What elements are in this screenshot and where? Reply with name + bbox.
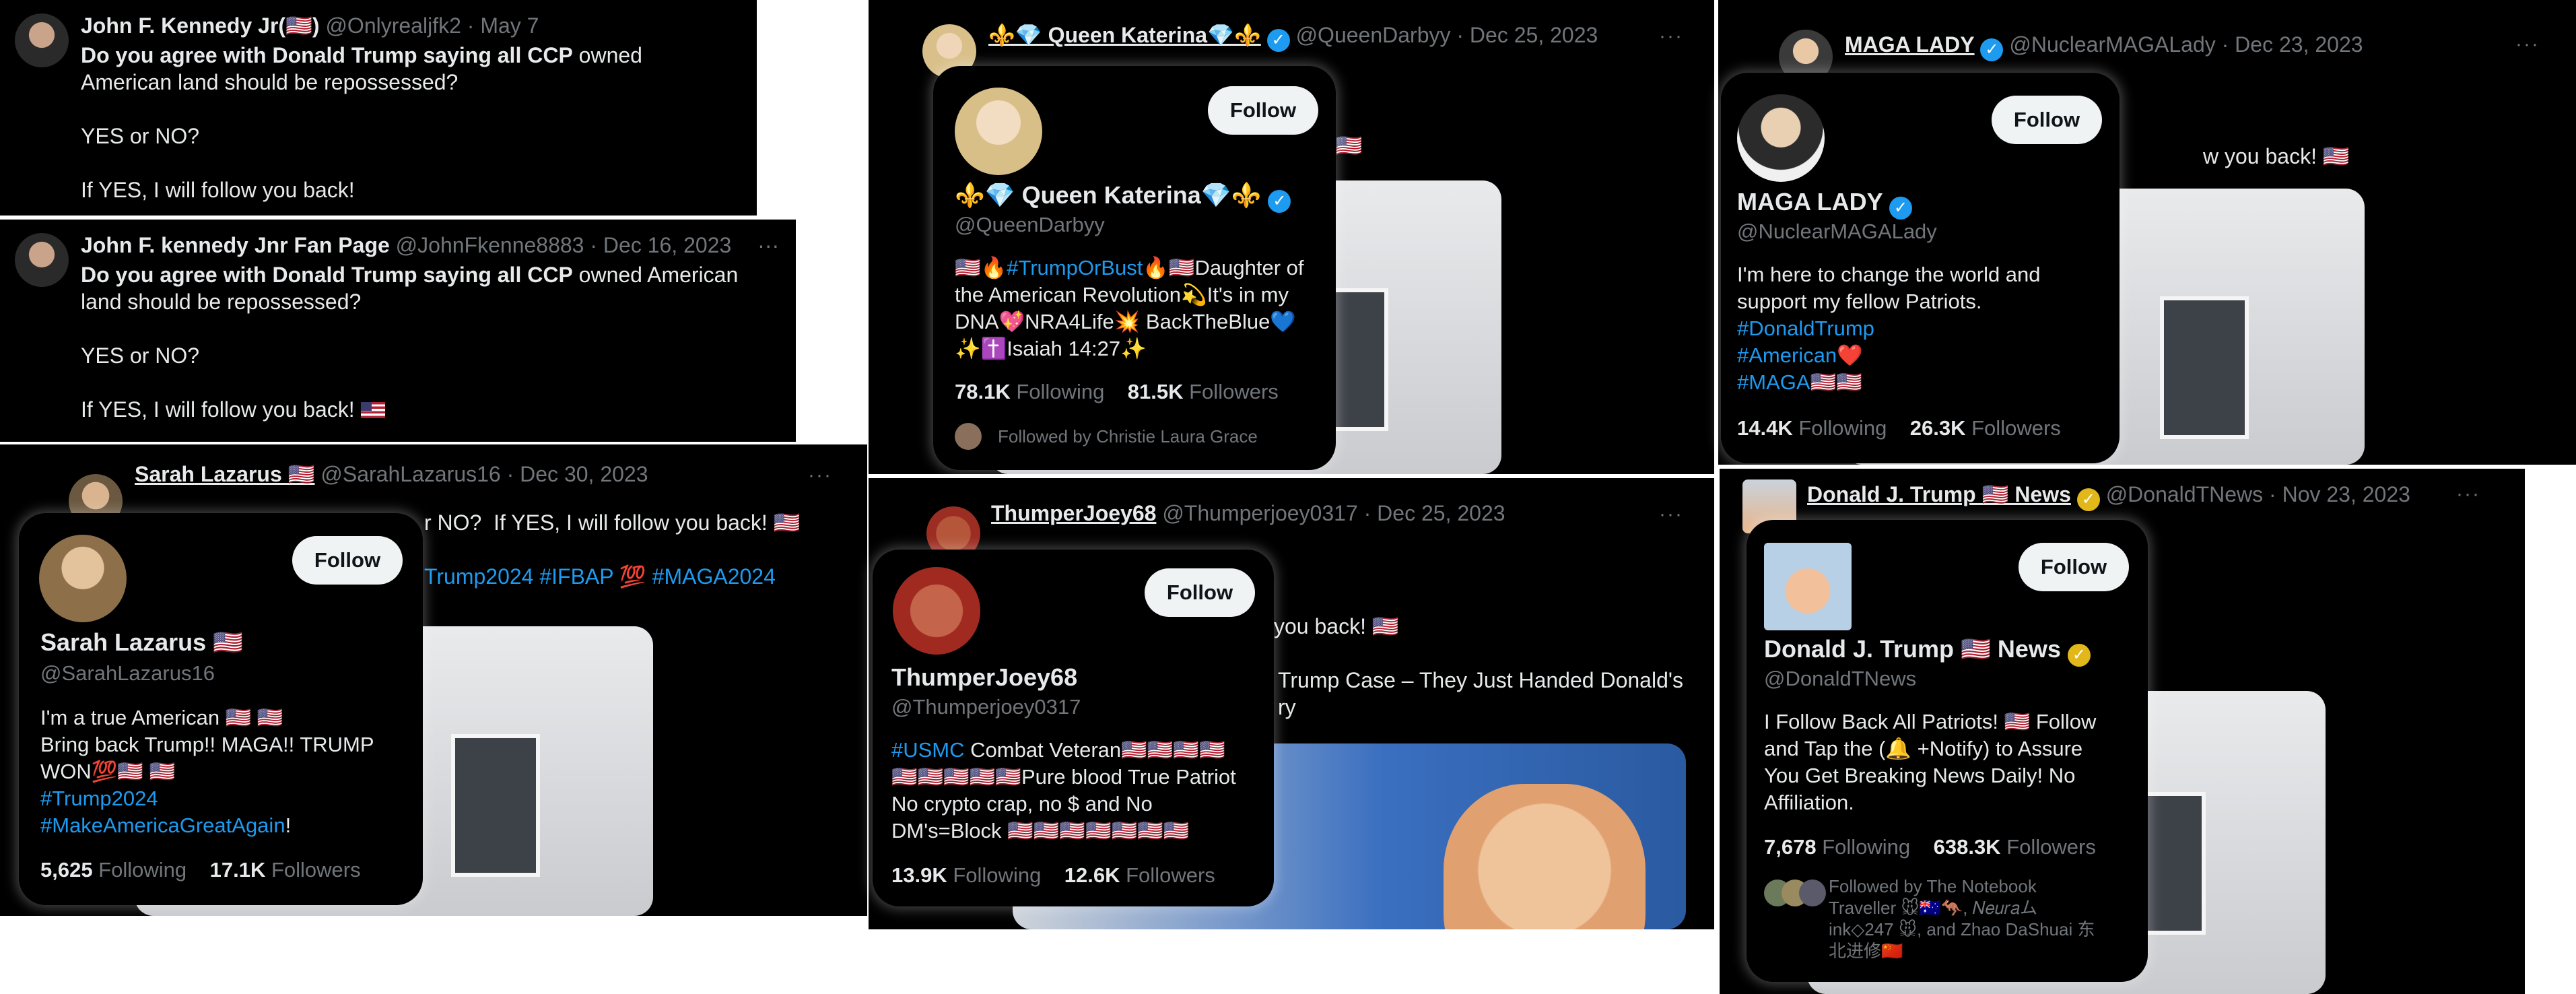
screenshot-jfk-1: John F. Kennedy Jr(🇺🇸) @Onlyrealjfk2 · M… [0, 0, 757, 216]
card-avatar[interactable] [955, 88, 1042, 175]
more-icon[interactable]: ··· [757, 233, 779, 257]
hashtag[interactable]: #DonaldTrump [1737, 317, 1874, 340]
card-stats[interactable]: 7,678 Following 638.3K Followers [1764, 834, 2096, 861]
card-name[interactable]: ThumperJoey68 [891, 664, 1077, 691]
followed-by-avatar[interactable] [955, 423, 982, 450]
tweet-tags[interactable]: Trump2024 #IFBAP 💯 #MAGA2024 [424, 563, 840, 590]
tweet-fragment: r NO? If YES, I will follow you back! 🇺🇸 [424, 510, 801, 535]
follow-button[interactable]: Follow [1992, 96, 2102, 144]
handle-date[interactable]: @Onlyrealjfk2 · May 7 [325, 13, 539, 38]
display-name[interactable]: John F. kennedy Jnr Fan Page [81, 233, 390, 257]
card-handle[interactable]: @NuclearMAGALady [1737, 218, 1937, 245]
card-handle[interactable]: @Thumperjoey0317 [891, 694, 1081, 721]
handle-date[interactable]: @SarahLazarus16 · Dec 30, 2023 [320, 462, 648, 486]
verified-icon: ✓ [1266, 29, 1290, 52]
follow-button[interactable]: Follow [292, 536, 403, 585]
tweet-text: Do you agree with Donald Trump saying al… [81, 43, 648, 202]
card-stats[interactable]: 13.9K Following 12.6K Followers [891, 862, 1215, 889]
card-handle[interactable]: @QueenDarbyy [955, 211, 1105, 238]
hover-card-thumper: Follow ThumperJoey68 @Thumperjoey0317 #U… [873, 550, 1274, 906]
card-name[interactable]: MAGA LADY ✓ [1737, 189, 1913, 220]
card-bio: #USMC Combat Veteran🇺🇸🇺🇸🇺🇸🇺🇸 🇺🇸🇺🇸🇺🇸🇺🇸🇺🇸P… [891, 738, 1236, 842]
card-avatar[interactable] [1737, 94, 1825, 182]
card-bio: I'm here to change the world and support… [1737, 263, 2041, 394]
followed-by[interactable]: Followed by Christie Laura Grace [998, 423, 1258, 450]
follow-button[interactable]: Follow [1145, 568, 1255, 617]
card-bio: I Follow Back All Patriots! 🇺🇸 Follow an… [1764, 710, 2097, 814]
card-handle[interactable]: @DonaldTNews [1764, 665, 1916, 692]
card-avatar[interactable] [1764, 543, 1852, 630]
hover-card-sarah: Follow Sarah Lazarus 🇺🇸 @SarahLazarus16 … [19, 513, 423, 905]
card-name[interactable]: ⚜️💎 Queen Katerina💎⚜️ ✓ [955, 182, 1291, 213]
followed-by[interactable]: Followed by The Notebook Traveller 🐭🇦🇺🦘,… [1829, 875, 2095, 962]
hashtag[interactable]: #USMC [891, 738, 965, 762]
hover-card-maga-lady: Follow MAGA LADY ✓ @NuclearMAGALady I'm … [1721, 73, 2120, 463]
more-icon[interactable]: ··· [1659, 501, 1683, 528]
card-stats[interactable]: 14.4K Following 26.3K Followers [1737, 415, 2061, 442]
more-icon[interactable]: ··· [1659, 23, 1683, 50]
handle-date[interactable]: @QueenDarbyy · Dec 25, 2023 [1296, 23, 1598, 47]
tweet-fragment: you back! 🇺🇸 [1274, 614, 1399, 638]
more-icon[interactable]: ··· [2515, 31, 2540, 58]
hashtag[interactable]: #Trump2024 [40, 787, 158, 810]
card-bio: I'm a true American 🇺🇸 🇺🇸 Bring back Tru… [40, 706, 374, 837]
more-icon[interactable]: ··· [808, 462, 832, 489]
screenshot-jfk-2: John F. kennedy Jnr Fan Page @JohnFkenne… [0, 220, 796, 442]
handle-date[interactable]: @Thumperjoey0317 · Dec 25, 2023 [1162, 501, 1505, 525]
tweet-text: Do you agree with Donald Trump saying al… [81, 263, 745, 422]
verified-icon: ✓ [2076, 488, 2100, 511]
card-handle[interactable]: @SarahLazarus16 [40, 660, 215, 687]
card-stats[interactable]: 78.1K Following 81.5K Followers [955, 378, 1279, 405]
hover-card-djt-news: Follow Donald J. Trump 🇺🇸 News ✓ @Donald… [1747, 520, 2148, 982]
card-bio: 🇺🇸🔥#TrumpOrBust🔥🇺🇸Daughter of the Americ… [955, 256, 1304, 360]
card-stats[interactable]: 5,625 Following 17.1K Followers [40, 857, 361, 884]
verified-icon: ✓ [1889, 197, 1913, 220]
display-name[interactable]: Donald J. Trump 🇺🇸 News [1807, 482, 2071, 506]
hashtag[interactable]: #MAGA [1737, 370, 1810, 394]
verified-icon: ✓ [2067, 644, 2091, 667]
hashtag[interactable]: #American [1737, 343, 1837, 367]
tweet-fragment: k! 🇺🇸 [1313, 133, 1363, 158]
more-icon[interactable]: ··· [2456, 481, 2480, 508]
display-name[interactable]: ⚜️💎 Queen Katerina💎⚜️ [988, 23, 1261, 47]
hover-card-katerina: Follow ⚜️💎 Queen Katerina💎⚜️ ✓ @QueenDar… [933, 66, 1336, 470]
card-name[interactable]: Sarah Lazarus 🇺🇸 [40, 629, 243, 656]
display-name[interactable]: ThumperJoey68 [991, 501, 1156, 525]
card-name[interactable]: Donald J. Trump 🇺🇸 News ✓ [1764, 636, 2091, 667]
handle-date[interactable]: @NuclearMAGALady · Dec 23, 2023 [2009, 32, 2363, 57]
follow-button[interactable]: Follow [1208, 86, 1318, 135]
card-avatar[interactable] [893, 567, 980, 655]
handle-date[interactable]: @DonaldTNews · Nov 23, 2023 [2106, 482, 2410, 506]
tweet-fragment: w you back! 🇺🇸 [2203, 144, 2350, 168]
verified-icon: ✓ [1980, 38, 2004, 61]
hashtag[interactable]: #MakeAmericaGreatAgain [40, 814, 285, 837]
follow-button[interactable]: Follow [2019, 543, 2129, 591]
card-avatar[interactable] [39, 535, 127, 622]
followed-by-avatar[interactable] [1799, 880, 1826, 906]
verified-icon: ✓ [1268, 190, 1291, 213]
display-name[interactable]: John F. Kennedy Jr(🇺🇸) [81, 13, 320, 38]
hashtag[interactable]: #TrumpOrBust [1007, 256, 1143, 279]
display-name[interactable]: MAGA LADY [1845, 32, 1975, 57]
handle-date[interactable]: @JohnFkenne8883 · Dec 16, 2023 [396, 233, 732, 257]
display-name[interactable]: Sarah Lazarus 🇺🇸 [135, 462, 315, 486]
link-card-title[interactable]: Trump Case – They Just Handed Donald's r… [1278, 667, 1687, 721]
